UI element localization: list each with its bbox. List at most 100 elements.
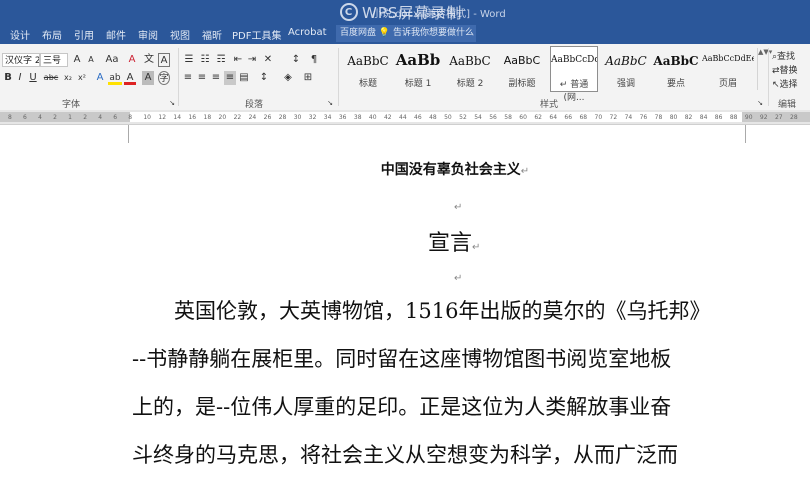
justify-button[interactable]: ≡	[224, 71, 236, 85]
ruler-tick-label: 80	[669, 114, 678, 121]
styles-dialog-launcher-icon[interactable]: ↘	[756, 96, 764, 110]
horizontal-ruler[interactable]: 8 6 4 2 1 2 4 6 8 10 12 14 16 18 20 22 24 26 28 30 32 34 36 38 4…	[0, 110, 810, 125]
center-button[interactable]: ≡	[196, 71, 208, 85]
chinese-layout-button[interactable]: ✕	[262, 53, 274, 67]
font-size-combobox[interactable]: 三号	[40, 53, 68, 67]
empty-paragraph-mark: ↵	[454, 273, 463, 284]
underline-button[interactable]: U	[27, 71, 39, 85]
distributed-button[interactable]: ▤	[238, 71, 250, 85]
subscript-button[interactable]: x₂	[62, 71, 74, 85]
select-button[interactable]: ↖选择	[772, 77, 798, 90]
strikethrough-button[interactable]: abc	[42, 71, 60, 85]
numbering-button[interactable]: ☷	[198, 53, 212, 67]
paragraph-group-label: 段落	[245, 100, 264, 110]
wps-logo-icon: C	[340, 3, 358, 21]
ruler-tick-label: 62	[534, 114, 542, 121]
ruler-tick-label: 92	[759, 114, 768, 121]
phonetic-guide-button[interactable]: 文	[142, 53, 156, 67]
superscript-button[interactable]: x²	[76, 71, 88, 85]
document-page[interactable]: 中国没有辜负社会主义↵ ↵ 宣言↵ ↵ 英国伦敦，大英博物馆，1516年出版的莫…	[0, 125, 810, 480]
line-spacing-button[interactable]: ↕	[258, 71, 270, 85]
watermark-text: WPS屏幕录制	[362, 3, 463, 22]
search-placeholder: 告诉我你想要做什么	[392, 28, 474, 38]
ruler-tick-label: 38	[353, 114, 362, 121]
ruler-tick-label: 60	[519, 114, 527, 121]
grow-font-button[interactable]: A	[71, 53, 83, 67]
style-title[interactable]: AaBbC 标题	[344, 46, 392, 92]
body-line[interactable]: 斗终身的马克思，将社会主义从空想变为科学，从而广泛而	[132, 439, 678, 469]
ruler-tick-label: 27	[774, 114, 783, 121]
font-dialog-launcher-icon[interactable]: ↘	[168, 96, 176, 110]
ruler-tick-label: 90	[744, 114, 753, 121]
sort-button[interactable]: ↕	[290, 53, 302, 67]
style-heading-1[interactable]: AaBb 标题 1	[394, 46, 442, 92]
style-name: 标题	[358, 79, 377, 89]
body-line[interactable]: 上的，是--位伟人厚重的足印。正是这位为人类解放事业奋	[132, 391, 671, 421]
enclose-characters-button[interactable]: 字	[158, 71, 170, 85]
ruler-tick-label: 88	[729, 114, 738, 121]
ribbon-divider	[178, 48, 179, 106]
title-text: 中国没有辜负社会主义	[380, 162, 521, 178]
text-effects-button[interactable]: A	[94, 71, 106, 85]
tab-view[interactable]: 视图	[170, 27, 190, 42]
document-title-text[interactable]: 中国没有辜负社会主义↵	[0, 159, 810, 179]
bullets-button[interactable]: ☰	[182, 53, 196, 67]
multilevel-list-button[interactable]: ☶	[214, 53, 228, 67]
clear-formatting-button[interactable]: A	[126, 53, 138, 67]
style-name: 强调	[616, 79, 635, 89]
tab-foxit[interactable]: 福昕	[202, 27, 222, 42]
decrease-indent-button[interactable]: ⇤	[232, 53, 244, 67]
tab-review[interactable]: 审阅	[138, 27, 158, 42]
character-border-button[interactable]: A	[158, 53, 170, 67]
ruler-tick-label: 52	[459, 114, 467, 121]
tab-layout[interactable]: 布局	[42, 27, 62, 42]
style-sample: AaBbC	[503, 54, 541, 67]
style-header[interactable]: AaBbCcDdEe 页眉	[702, 46, 754, 92]
document-heading[interactable]: 宣言↵	[428, 225, 480, 257]
style-name: 标题 2	[456, 79, 484, 89]
style-heading-2[interactable]: AaBbC 标题 2	[446, 46, 494, 92]
font-color-button[interactable]: A	[124, 71, 136, 85]
highlight-color-button[interactable]: ab	[108, 71, 122, 85]
tab-mailings[interactable]: 邮件	[106, 27, 126, 42]
font-name-combobox[interactable]: 汉仪字 2	[2, 53, 40, 67]
shrink-font-button[interactable]: A	[85, 53, 97, 67]
italic-button[interactable]: I	[15, 71, 25, 85]
shading-button[interactable]: ◈	[282, 71, 294, 85]
style-normal-web[interactable]: AaBbCcDc ↵ 普通(网...	[550, 46, 598, 103]
tab-design[interactable]: 设计	[10, 27, 30, 42]
style-name: 要点	[666, 79, 685, 89]
ruler-tick-label: 76	[639, 114, 648, 121]
ruler-tick-label: 56	[489, 114, 497, 121]
tab-pdf-tools[interactable]: PDF工具集	[232, 27, 281, 42]
ruler-tick-label: 84	[699, 114, 708, 121]
body-line[interactable]: 英国伦敦，大英博物馆，1516年出版的莫尔的《乌托邦》	[132, 295, 710, 325]
style-emphasis[interactable]: AaBbC 强调	[602, 46, 650, 92]
ruler-left-margin	[0, 112, 130, 122]
style-strong[interactable]: AaBbC 要点	[652, 46, 700, 92]
replace-icon: ⇄	[772, 66, 780, 76]
styles-gallery-scroll[interactable]: ▲▼▾	[757, 48, 772, 90]
body-line[interactable]: --书静静躺在展柜里。同时留在这座博物馆图书阅览室地板	[132, 343, 671, 373]
search-input[interactable]: 百度网盘 💡 告诉我你想要做什么	[336, 25, 476, 42]
ruler-tick-label: 28	[790, 114, 798, 121]
style-subtitle[interactable]: AaBbC 副标题	[498, 46, 546, 92]
tab-references[interactable]: 引用	[74, 27, 94, 42]
ruler-tick-label: 24	[248, 114, 257, 121]
ruler-tick-label: 86	[714, 114, 723, 121]
bold-button[interactable]: B	[2, 71, 14, 85]
replace-button[interactable]: ⇄替换	[772, 63, 798, 76]
increase-indent-button[interactable]: ⇥	[246, 53, 258, 67]
align-left-button[interactable]: ≡	[182, 71, 194, 85]
paragraph-dialog-launcher-icon[interactable]: ↘	[326, 96, 334, 110]
change-case-button[interactable]: Aa	[102, 53, 122, 67]
ruler-tick-label: 8	[128, 114, 133, 121]
character-shading-button[interactable]: A	[142, 71, 154, 85]
show-paragraph-marks-button[interactable]: ¶	[308, 53, 320, 67]
align-right-button[interactable]: ≡	[210, 71, 222, 85]
borders-button[interactable]: ⊞	[302, 71, 314, 85]
tab-acrobat[interactable]: Acrobat	[288, 27, 327, 38]
tab-baidu-pan[interactable]: 百度网盘	[340, 28, 376, 38]
ruler-tick-label: 4	[38, 114, 42, 121]
find-button[interactable]: ⌕查找	[772, 49, 795, 62]
